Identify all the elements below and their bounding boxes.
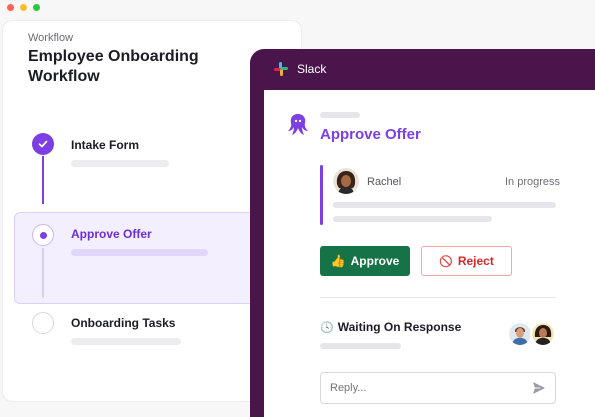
workflow-label: Workflow: [28, 32, 74, 44]
quote-bar: [320, 165, 323, 225]
step-placeholder-bar: [71, 338, 181, 345]
requester-name: Rachel: [367, 176, 402, 188]
clock-icon: 🕓: [320, 321, 334, 334]
step-placeholder-bar: [71, 249, 208, 256]
placeholder-bar: [320, 343, 401, 349]
waiting-label: Waiting On Response: [337, 320, 462, 334]
step-label-intake-form[interactable]: Intake Form: [71, 138, 139, 152]
step-connector-line: [42, 248, 44, 298]
app-window: Workflow Employee Onboarding Workflow In…: [0, 0, 595, 417]
step-placeholder-bar: [71, 160, 169, 167]
placeholder-bar: [333, 202, 556, 208]
step-label-onboarding-tasks[interactable]: Onboarding Tasks: [71, 316, 175, 330]
avatar-rachel: [333, 168, 359, 194]
requester-status: In progress: [504, 176, 560, 188]
maximize-window-dot[interactable]: [33, 4, 40, 11]
waiting-status: 🕓 Waiting On Response: [320, 320, 461, 334]
octopus-bot-icon: [288, 114, 308, 135]
message-title: Approve Offer: [320, 126, 421, 143]
placeholder-bar: [333, 216, 492, 222]
approve-label: Approve: [350, 254, 400, 268]
reply-input[interactable]: [320, 372, 556, 404]
reject-button[interactable]: 🚫 Reject: [421, 246, 512, 276]
thumbs-up-icon: 👍: [330, 254, 346, 268]
step-connector-line: [42, 156, 44, 204]
check-icon: [38, 140, 48, 148]
step-label-approve-offer[interactable]: Approve Offer: [71, 227, 152, 241]
no-entry-icon: 🚫: [439, 255, 453, 268]
step-active-icon: [32, 224, 54, 246]
approve-button[interactable]: 👍 Approve: [320, 246, 410, 276]
close-window-dot[interactable]: [7, 4, 14, 11]
window-controls: [7, 4, 40, 11]
send-icon[interactable]: [532, 381, 546, 395]
placeholder-bar: [320, 112, 360, 118]
avatar-woman: [530, 321, 556, 347]
step-completed-icon: [32, 133, 54, 155]
slack-app-name: Slack: [297, 62, 327, 76]
step-pending-icon: [32, 312, 54, 334]
divider: [320, 297, 556, 298]
reject-label: Reject: [457, 254, 494, 268]
workflow-title: Employee Onboarding Workflow: [28, 48, 199, 85]
dot-icon: [39, 231, 47, 239]
slack-logo-icon: [274, 62, 288, 76]
minimize-window-dot[interactable]: [20, 4, 27, 11]
